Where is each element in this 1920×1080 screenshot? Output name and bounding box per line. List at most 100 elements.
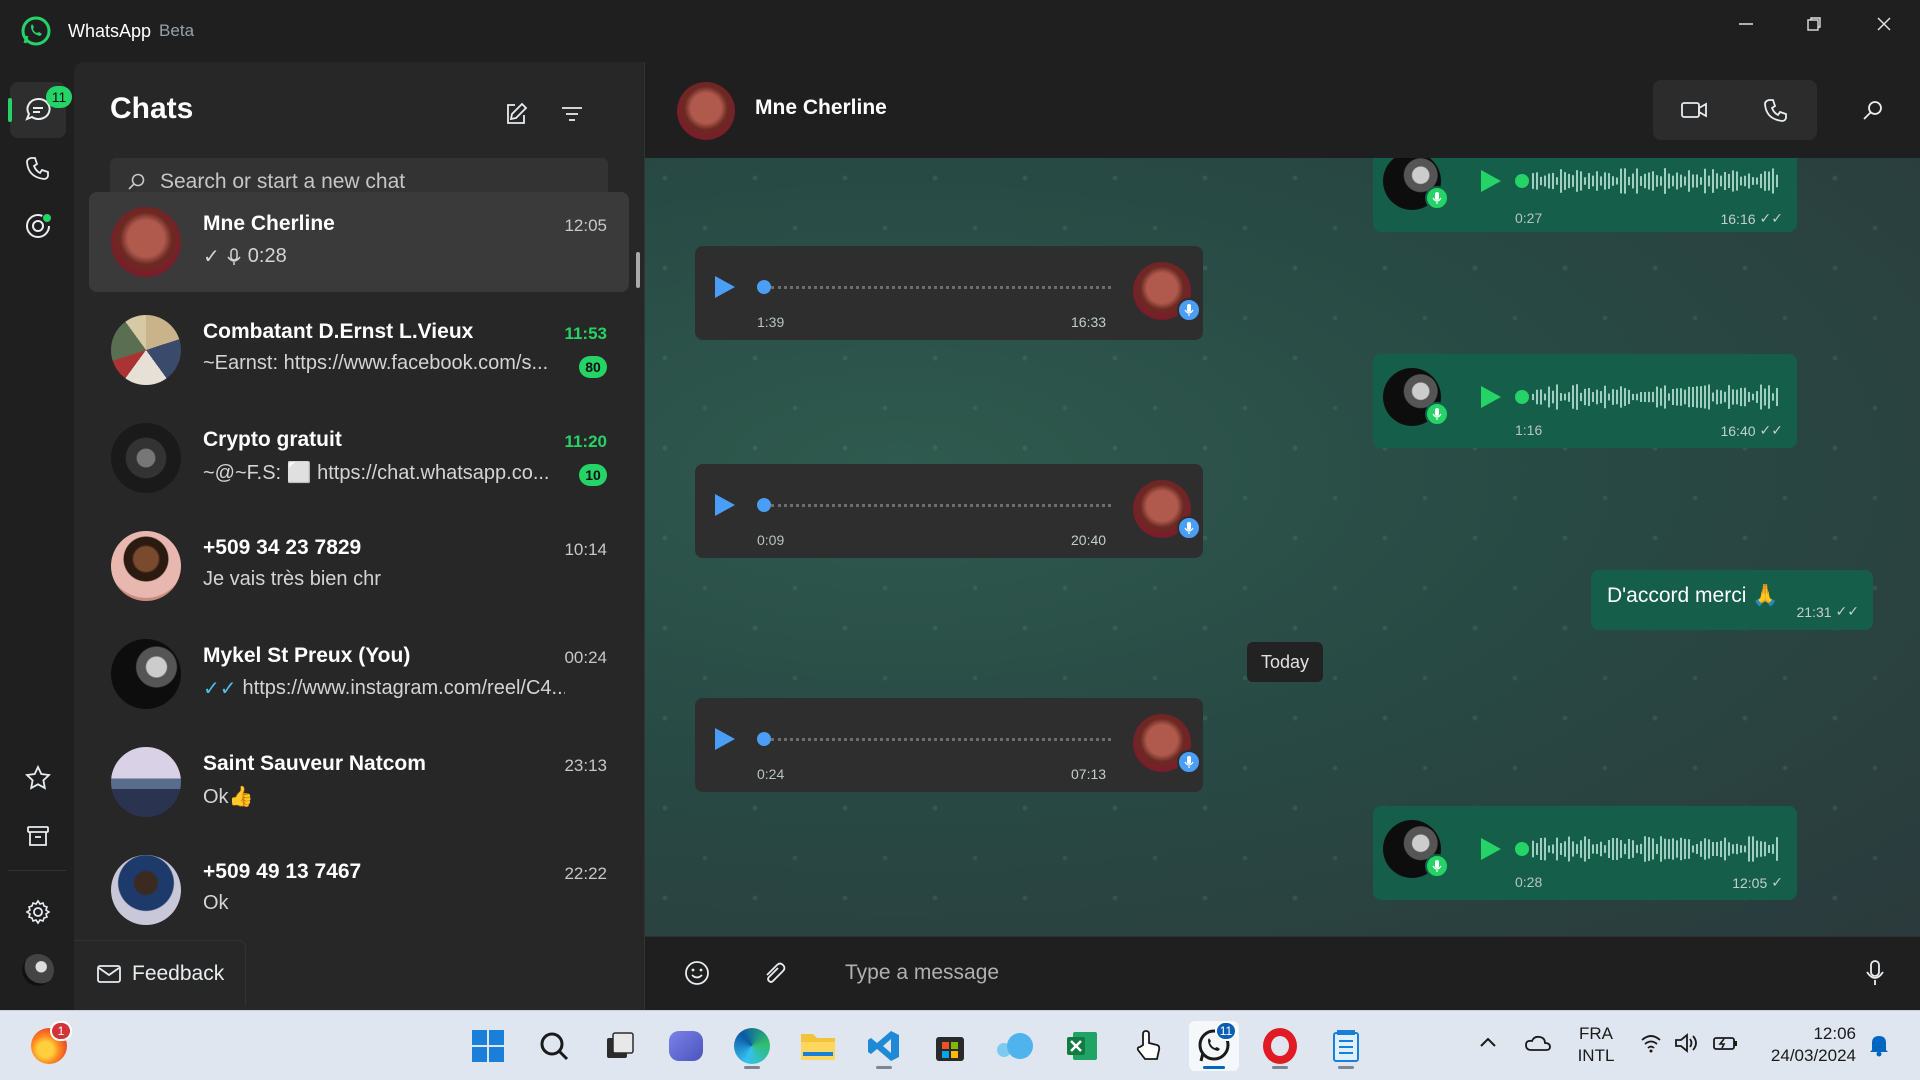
attach-button[interactable]: [753, 953, 793, 993]
close-window-button[interactable]: [1850, 0, 1918, 48]
whatsapp-notification-badge: 11: [1215, 1021, 1237, 1041]
rail-calls-button[interactable]: [10, 140, 66, 196]
taskbar-edge[interactable]: [727, 1021, 777, 1071]
chat-list-item[interactable]: Mykel St Preux (You) 00:24 ✓✓ https://ww…: [89, 624, 629, 724]
taskbar-vscode[interactable]: [859, 1021, 909, 1071]
chat-name: Saint Sauveur Natcom: [203, 752, 426, 775]
chat-list-item[interactable]: Mne Cherline 12:05 ✓ 0:28: [89, 192, 629, 292]
chat-name: Mykel St Preux (You): [203, 644, 411, 667]
play-button[interactable]: [715, 494, 735, 516]
playback-position-dot[interactable]: [757, 280, 771, 294]
volume-button[interactable]: [1674, 1033, 1700, 1058]
tray-overflow-button[interactable]: [1478, 1033, 1498, 1058]
title-bar: WhatsApp Beta: [0, 0, 1920, 62]
cloud-icon: [1525, 1035, 1551, 1051]
search-input[interactable]: [160, 170, 580, 194]
play-button[interactable]: [715, 276, 735, 298]
message-list[interactable]: 0:27 16:16 ✓✓ 1:39 16:33 1:16 16:40 ✓✓ 0…: [645, 158, 1920, 936]
playback-position-dot[interactable]: [1515, 842, 1529, 856]
rail-status-button[interactable]: [10, 198, 66, 254]
voice-duration: 0:24: [757, 766, 785, 782]
mail-icon: [97, 964, 121, 983]
taskbar-firefox[interactable]: 1: [24, 1021, 74, 1071]
windows-taskbar: 1 11 FRA INTL 12:06 24/03/2024: [0, 1010, 1920, 1080]
taskbar-whatsapp[interactable]: 11: [1189, 1021, 1239, 1071]
rail-chats-button[interactable]: 11: [8, 82, 72, 138]
filter-button[interactable]: [550, 92, 594, 136]
minimize-icon: [1739, 23, 1753, 25]
rail-settings-button[interactable]: [10, 884, 66, 940]
taskbar-search[interactable]: [529, 1021, 579, 1071]
incoming-voice-message: 0:09 20:40: [695, 464, 1203, 558]
onedrive-button[interactable]: [1524, 1033, 1552, 1058]
play-button[interactable]: [1481, 838, 1501, 860]
playback-position-dot[interactable]: [757, 498, 771, 512]
chat-list-panel: Chats Mne Cherline 12:05 ✓ 0:28: [74, 62, 644, 1010]
playback-position-dot[interactable]: [1515, 174, 1529, 188]
chat-list-item[interactable]: +509 49 13 7467 22:22 Ok: [89, 840, 629, 930]
voice-record-button[interactable]: [1855, 953, 1895, 993]
taskbar-task-view[interactable]: [595, 1021, 645, 1071]
play-button[interactable]: [1481, 386, 1501, 408]
emoji-button[interactable]: [677, 953, 717, 993]
audio-track[interactable]: [771, 286, 1111, 289]
taskbar-touch-app[interactable]: [1123, 1021, 1173, 1071]
chat-app-icon: [669, 1031, 703, 1061]
mic-badge-icon: [1177, 516, 1201, 540]
contact-avatar[interactable]: [677, 82, 735, 140]
navigation-rail: 11: [0, 62, 74, 1010]
taskbar-store[interactable]: [925, 1021, 975, 1071]
battery-button[interactable]: [1712, 1033, 1740, 1058]
chat-name: Combatant D.Ernst L.Vieux: [203, 320, 474, 343]
chat-time: 00:24: [564, 648, 607, 667]
clock[interactable]: 12:06 24/03/2024: [1756, 1023, 1856, 1067]
voice-call-button[interactable]: [1735, 80, 1817, 140]
play-button[interactable]: [1481, 170, 1501, 192]
battery-charging-icon: [1713, 1037, 1737, 1050]
rail-profile-button[interactable]: [10, 942, 66, 998]
feedback-button[interactable]: Feedback: [74, 940, 246, 1006]
audio-track[interactable]: [771, 738, 1111, 741]
running-indicator: [744, 1066, 760, 1069]
play-button[interactable]: [715, 728, 735, 750]
whatsapp-logo-icon: [21, 16, 51, 46]
star-icon: [25, 765, 51, 790]
taskbar-file-explorer[interactable]: [793, 1021, 843, 1071]
playback-position-dot[interactable]: [757, 732, 771, 746]
video-call-button[interactable]: [1653, 80, 1735, 140]
chat-preview-text: Je vais très bien chr: [203, 568, 381, 590]
chat-list-item[interactable]: Crypto gratuit 11:20 ~@~F.S: ⬜ https://c…: [89, 408, 629, 508]
message-input[interactable]: [845, 953, 1825, 993]
voice-duration: 0:09: [757, 532, 785, 548]
taskbar-teams[interactable]: [661, 1021, 711, 1071]
phone-icon: [26, 157, 49, 180]
taskbar-start[interactable]: [463, 1021, 513, 1071]
taskbar-app-bubbles[interactable]: [991, 1021, 1041, 1071]
minimize-button[interactable]: [1712, 0, 1780, 48]
contact-name[interactable]: Mne Cherline: [755, 96, 887, 120]
message-time: 16:33: [1071, 314, 1107, 330]
new-chat-button[interactable]: [494, 92, 538, 136]
chat-list-scrollbar[interactable]: [636, 252, 640, 288]
keyboard-language[interactable]: FRA INTL: [1574, 1023, 1618, 1067]
audio-track[interactable]: [771, 504, 1111, 507]
rail-starred-button[interactable]: [10, 750, 66, 806]
rail-archived-button[interactable]: [10, 808, 66, 864]
close-icon: [1877, 17, 1891, 31]
keyboard-layout: INTL: [1577, 1046, 1615, 1065]
chats-unread-badge: 11: [46, 86, 72, 108]
taskbar-opera[interactable]: [1255, 1021, 1305, 1071]
playback-position-dot[interactable]: [1515, 390, 1529, 404]
chat-name: +509 49 13 7467: [203, 860, 362, 883]
restore-button[interactable]: [1780, 0, 1848, 48]
chat-list-item[interactable]: Combatant D.Ernst L.Vieux 11:53 ~Earnst:…: [89, 300, 629, 400]
taskbar-notepad[interactable]: [1321, 1021, 1371, 1071]
chat-preview: ✓ 0:28: [203, 244, 287, 269]
wifi-button[interactable]: [1640, 1033, 1662, 1058]
taskbar-excel[interactable]: [1057, 1021, 1107, 1071]
notifications-button[interactable]: [1868, 1033, 1890, 1062]
search-in-chat-button[interactable]: [1853, 90, 1893, 130]
sent-tick-icon: ✓: [203, 246, 220, 268]
chat-list-item[interactable]: Saint Sauveur Natcom 23:13 Ok👍: [89, 732, 629, 832]
chat-list-item[interactable]: +509 34 23 7829 10:14 Je vais très bien …: [89, 516, 629, 616]
